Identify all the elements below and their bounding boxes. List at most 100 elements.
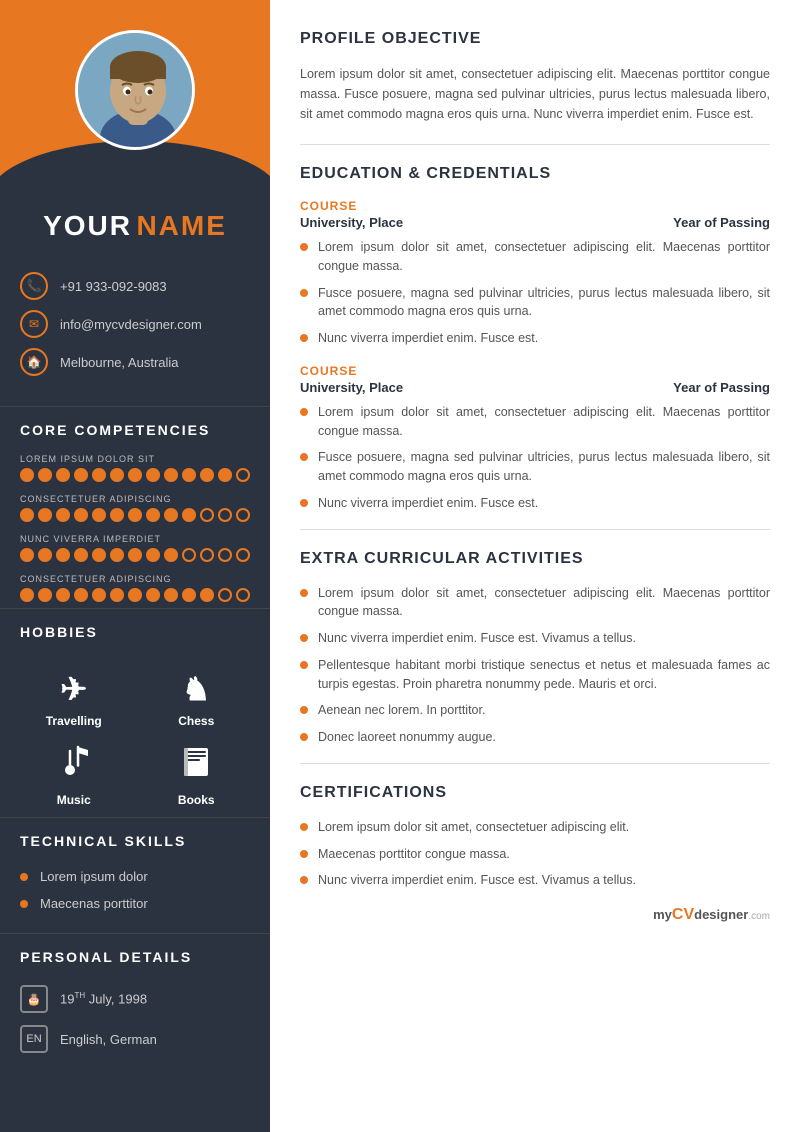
competency-3: NUNC VIVERRA IMPERDIET	[0, 528, 270, 568]
university-name-2: University, Place	[300, 380, 403, 395]
dot-empty	[182, 548, 196, 562]
dot	[110, 468, 124, 482]
phone-icon: 📞	[20, 272, 48, 300]
dot	[164, 468, 178, 482]
personal-section: 🎂 19TH July, 1998 EN English, German	[0, 975, 270, 1075]
dots-row-3	[20, 548, 250, 562]
dots-row-1	[20, 468, 250, 482]
dot	[110, 548, 124, 562]
chess-label: Chess	[178, 714, 214, 728]
cake-icon: 🎂	[20, 985, 48, 1013]
skill-bullet	[20, 900, 28, 908]
books-label: Books	[178, 793, 215, 807]
dot	[218, 468, 232, 482]
name-block: YOUR NAME	[0, 200, 270, 262]
university-row-1: University, Place Year of Passing	[300, 215, 770, 230]
dot	[56, 548, 70, 562]
extra-title: EXTRA CURRICULAR ACTIVITIES	[300, 550, 770, 572]
dot	[56, 508, 70, 522]
name-your: YOUR	[43, 210, 132, 241]
extra-bullets: Lorem ipsum dolor sit amet, consectetuer…	[300, 584, 770, 747]
competency-4: CONSECTETUER ADIPISCING	[0, 568, 270, 608]
dots-row-2	[20, 508, 250, 522]
avatar-wrapper	[0, 0, 270, 180]
dot-empty	[218, 508, 232, 522]
email-item: ✉ info@mycvdesigner.com	[20, 310, 250, 338]
dot	[182, 508, 196, 522]
brand-my: my	[653, 907, 672, 922]
dob-text: 19TH July, 1998	[60, 991, 147, 1006]
language-icon: EN	[20, 1025, 48, 1053]
dot	[200, 468, 214, 482]
dot	[182, 468, 196, 482]
dot	[20, 468, 34, 482]
course-label-2: COURSE	[300, 364, 770, 378]
dots-row-4	[20, 588, 250, 602]
dot-empty	[200, 508, 214, 522]
personal-dob: 🎂 19TH July, 1998	[20, 985, 250, 1013]
sidebar: YOUR NAME 📞 +91 933-092-9083 ✉ info@mycv…	[0, 0, 270, 1132]
dot	[164, 548, 178, 562]
dot	[56, 468, 70, 482]
dot	[38, 588, 52, 602]
extra-bullet-3: Pellentesque habitant morbi tristique se…	[300, 656, 770, 694]
profile-title: PROFILE OBJECTIVE	[300, 30, 770, 52]
dot	[110, 508, 124, 522]
main-content: PROFILE OBJECTIVE Lorem ipsum dolor sit …	[270, 0, 800, 1132]
dot	[128, 548, 142, 562]
music-icon	[56, 743, 92, 787]
brand-cv: CV	[672, 906, 694, 923]
dot	[146, 588, 160, 602]
skill-bullet	[20, 873, 28, 881]
dot	[74, 548, 88, 562]
edu-bullet-2-3: Nunc viverra imperdiet enim. Fusce est.	[300, 494, 770, 513]
phone-text: +91 933-092-9083	[60, 279, 167, 294]
divider-2	[300, 529, 770, 530]
dot	[74, 468, 88, 482]
edu-bullet-2-2: Fusce posuere, magna sed pulvinar ultric…	[300, 448, 770, 486]
competency-label-3: NUNC VIVERRA IMPERDIET	[20, 534, 250, 544]
contact-section: 📞 +91 933-092-9083 ✉ info@mycvdesigner.c…	[0, 262, 270, 406]
competency-label-2: CONSECTETUER ADIPISCING	[20, 494, 250, 504]
dot-empty	[236, 588, 250, 602]
dot-empty	[236, 468, 250, 482]
university-row-2: University, Place Year of Passing	[300, 380, 770, 395]
cert-bullet-2: Maecenas porttitor congue massa.	[300, 845, 770, 864]
dot	[146, 508, 160, 522]
dot	[128, 588, 142, 602]
year-passing-1: Year of Passing	[673, 215, 770, 230]
dot	[20, 508, 34, 522]
profile-text: Lorem ipsum dolor sit amet, consectetuer…	[300, 64, 770, 124]
extra-bullet-4: Aenean nec lorem. In porttitor.	[300, 701, 770, 720]
hobbies-title: HOBBIES	[0, 608, 270, 650]
edu-bullet-2-1: Lorem ipsum dolor sit amet, consectetuer…	[300, 403, 770, 441]
hobbies-grid: ✈ Travelling ♞ Chess Music	[20, 670, 250, 807]
books-icon	[178, 743, 214, 787]
dot	[56, 588, 70, 602]
competencies-title: CORE COMPETENCIES	[0, 406, 270, 448]
education-entry-2: COURSE University, Place Year of Passing…	[300, 364, 770, 513]
dot-empty	[200, 548, 214, 562]
tech-skills-title: TECHNICAL SKILLS	[0, 817, 270, 859]
competency-2: CONSECTETUER ADIPISCING	[0, 488, 270, 528]
hobbies-section: ✈ Travelling ♞ Chess Music	[0, 650, 270, 817]
skill-1: Lorem ipsum dolor	[20, 869, 250, 884]
hobby-travelling: ✈ Travelling	[20, 670, 128, 728]
year-passing-2: Year of Passing	[673, 380, 770, 395]
extra-bullet-5: Donec laoreet nonummy augue.	[300, 728, 770, 747]
education-title: EDUCATION & CREDENTIALS	[300, 165, 770, 187]
dot	[74, 588, 88, 602]
name-name: NAME	[136, 210, 226, 241]
sidebar-top	[0, 0, 270, 200]
edu-bullet-1-2: Fusce posuere, magna sed pulvinar ultric…	[300, 284, 770, 322]
brand-designer: designer	[694, 907, 748, 922]
skill-label-2: Maecenas porttitor	[40, 896, 148, 911]
personal-lang: EN English, German	[20, 1025, 250, 1053]
avatar	[75, 30, 195, 150]
dot-empty	[236, 548, 250, 562]
dot	[164, 508, 178, 522]
dot	[92, 468, 106, 482]
skill-2: Maecenas porttitor	[20, 896, 250, 911]
address-icon: 🏠	[20, 348, 48, 376]
cert-bullet-1: Lorem ipsum dolor sit amet, consectetuer…	[300, 818, 770, 837]
